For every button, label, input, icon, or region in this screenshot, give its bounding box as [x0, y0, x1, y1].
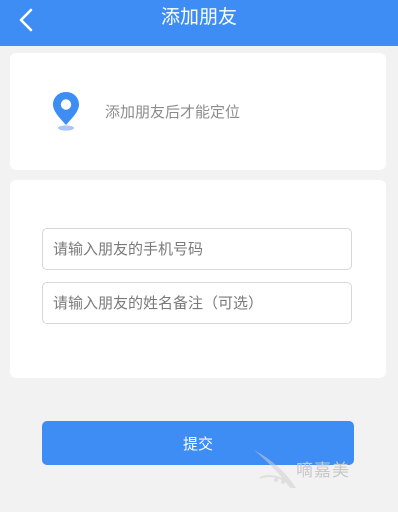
page-title: 添加朋友	[160, 6, 237, 28]
location-card: 添加朋友后才能定位	[10, 53, 386, 170]
watermark-text: 嘀嘉美	[296, 461, 350, 481]
location-hint: 添加朋友后才能定位	[105, 103, 241, 121]
add-friend-form	[10, 180, 386, 378]
app-header: 添加朋友	[0, 0, 398, 46]
name-note-input[interactable]	[42, 282, 352, 324]
phone-input[interactable]	[42, 228, 352, 270]
location-pin-icon	[53, 92, 79, 131]
